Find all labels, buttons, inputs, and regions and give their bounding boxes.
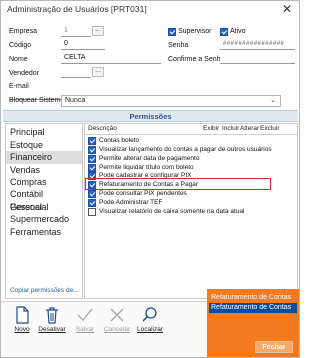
empresa-label: Empresa: [9, 28, 38, 35]
permission-label: Permite liquidar título com boleto: [99, 164, 194, 171]
permission-label: Pode consultar PIX pendentes: [99, 190, 187, 197]
user-admin-window: Administração de Usuários [PRT031] ✕ Emp…: [0, 0, 300, 358]
permissions-header: Permissões: [3, 110, 298, 122]
permissions-title: Permissões: [129, 112, 172, 121]
permission-label: Pode Administrar TEF: [99, 199, 163, 206]
header-divider: [85, 134, 297, 135]
window-title: Administração de Usuários [PRT031]: [7, 4, 147, 14]
desativar-label: Desativar: [38, 326, 66, 333]
category-item-selected[interactable]: Financeiro: [6, 151, 82, 164]
vendedor-label: Vendedor: [9, 70, 39, 77]
new-document-icon: [16, 306, 29, 324]
permission-list: Descrição Exibir Incluir Alterar Excluir…: [84, 123, 298, 299]
bloquear-value: Nunca: [65, 97, 86, 104]
ativo-checkbox[interactable]: [220, 28, 228, 36]
title-bar: Administração de Usuários [PRT031] ✕: [1, 1, 299, 19]
permission-checkbox[interactable]: [88, 146, 96, 154]
col-exibir: Exibir: [203, 125, 220, 132]
popup-item-selected[interactable]: Refaturamento de Contas: [209, 303, 297, 313]
copy-permissions-link[interactable]: Copiar permissões de...: [10, 287, 79, 294]
salvar-label: Salvar: [75, 326, 95, 333]
permission-label: Visualizar relatório de caixa somente na…: [99, 208, 245, 215]
checkmark-icon: [77, 308, 93, 321]
permission-label: Permite alterar data de pagamento: [99, 155, 200, 162]
chevron-down-icon: ⌄: [270, 97, 276, 104]
permission-checkbox[interactable]: [88, 199, 96, 207]
vendedor-field[interactable]: [61, 67, 91, 78]
senha-field[interactable]: ################: [220, 39, 295, 50]
popup-item[interactable]: Refaturamento de Contas: [209, 293, 297, 303]
novo-button[interactable]: Novo: [5, 304, 39, 358]
codigo-label: Código: [9, 42, 32, 49]
cancelar-button[interactable]: Cancelar: [100, 304, 134, 358]
nome-label: Nome: [9, 56, 28, 63]
permission-checkbox[interactable]: [88, 208, 96, 216]
salvar-button[interactable]: Salvar: [68, 304, 102, 358]
empresa-lookup-button[interactable]: ...: [92, 26, 104, 36]
codigo-field[interactable]: 0: [61, 39, 105, 50]
permission-label: Visualizar lançamento do contas a pagar …: [99, 146, 272, 153]
permission-checkbox[interactable]: [88, 137, 96, 145]
category-item[interactable]: Principal: [6, 126, 82, 139]
confirma-senha-field[interactable]: [220, 53, 295, 64]
senha-mask: ################: [223, 41, 285, 47]
close-icon[interactable]: ✕: [282, 2, 292, 16]
vendedor-lookup-button[interactable]: ...: [92, 67, 104, 77]
col-excluir: Excluir: [260, 125, 280, 132]
search-icon: [142, 307, 157, 322]
col-incluir: Incluir: [222, 125, 240, 132]
permission-checkbox[interactable]: [88, 155, 96, 163]
cancelar-label: Cancelar: [103, 326, 130, 333]
supervisor-label: Supervisor: [178, 28, 212, 35]
fechar-button[interactable]: Fechar: [255, 341, 293, 353]
bloquear-label: Bloquear Sistema: [9, 97, 65, 104]
empresa-field[interactable]: 1: [61, 26, 91, 37]
nome-field[interactable]: CELTA: [61, 53, 161, 64]
bloquear-select[interactable]: Nunca ⌄: [61, 95, 281, 107]
trash-icon: [46, 307, 58, 324]
localizar-label: Localizar: [136, 326, 163, 333]
ativo-label: Ativo: [230, 28, 246, 35]
permission-checkbox[interactable]: [88, 190, 96, 198]
category-item[interactable]: Supermercado: [6, 213, 82, 226]
col-alterar: Alterar: [240, 125, 260, 132]
category-item[interactable]: Contábil Gerencial: [6, 188, 82, 212]
localizar-button[interactable]: Localizar: [133, 304, 167, 358]
senha-label: Senha: [168, 42, 189, 49]
refaturamento-popup: Refaturamento de Contas Refaturamento de…: [207, 289, 299, 357]
confirma-senha-label: Confirme a Senha: [168, 56, 225, 63]
category-list: Principal Estoque Financeiro Vendas Comp…: [5, 123, 83, 299]
permission-checkbox[interactable]: [88, 164, 96, 172]
highlight-box: [85, 178, 271, 190]
col-descricao: Descrição: [88, 125, 117, 132]
novo-label: Novo: [14, 326, 30, 333]
category-item[interactable]: Ferramentas: [6, 226, 82, 239]
permission-label: Contas boleto: [99, 137, 140, 144]
cancel-x-icon: [110, 308, 124, 322]
desativar-button[interactable]: Desativar: [35, 304, 69, 358]
supervisor-checkbox[interactable]: [168, 28, 176, 36]
